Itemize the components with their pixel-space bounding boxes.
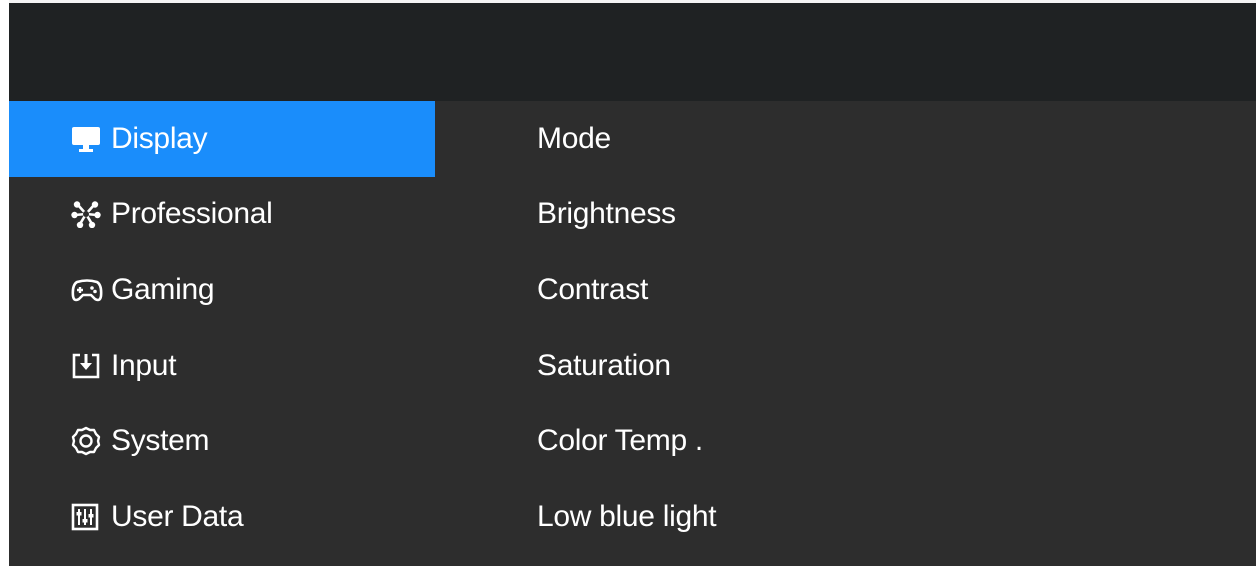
submenu-item-saturation[interactable]: Saturation	[537, 328, 1237, 404]
menu-item-label: User Data	[111, 499, 244, 533]
menu-item-user-data[interactable]: User Data	[9, 479, 435, 555]
osd-menu-window: Display Professional Gaming Input System…	[9, 0, 1256, 566]
input-icon	[71, 350, 111, 382]
menu-item-label: Gaming	[111, 272, 215, 306]
header-bar	[9, 0, 1256, 101]
submenu-item-color-temp[interactable]: Color Temp .	[537, 403, 1237, 479]
sliders-icon	[71, 501, 111, 533]
main-menu: Display Professional Gaming Input System…	[9, 101, 435, 555]
header-top-edge	[9, 0, 1256, 3]
display-submenu: Mode Brightness Contrast Saturation Colo…	[537, 101, 1237, 555]
gear-icon	[71, 425, 111, 457]
submenu-item-mode[interactable]: Mode	[537, 101, 1237, 177]
menu-item-label: System	[111, 424, 210, 458]
menu-item-input[interactable]: Input	[9, 328, 435, 404]
menu-item-professional[interactable]: Professional	[9, 177, 435, 253]
menu-item-label: Input	[111, 348, 177, 382]
menu-item-gaming[interactable]: Gaming	[9, 252, 435, 328]
menu-item-system[interactable]: System	[9, 403, 435, 479]
submenu-item-brightness[interactable]: Brightness	[537, 177, 1237, 253]
menu-item-display[interactable]: Display	[9, 101, 435, 177]
monitor-icon	[71, 123, 111, 155]
color-wheel-icon	[71, 198, 111, 230]
menu-item-label: Professional	[111, 197, 273, 231]
gamepad-icon	[71, 274, 111, 306]
menu-item-label: Display	[111, 121, 208, 155]
submenu-item-low-blue-light[interactable]: Low blue light	[537, 479, 1237, 555]
submenu-item-contrast[interactable]: Contrast	[537, 252, 1237, 328]
